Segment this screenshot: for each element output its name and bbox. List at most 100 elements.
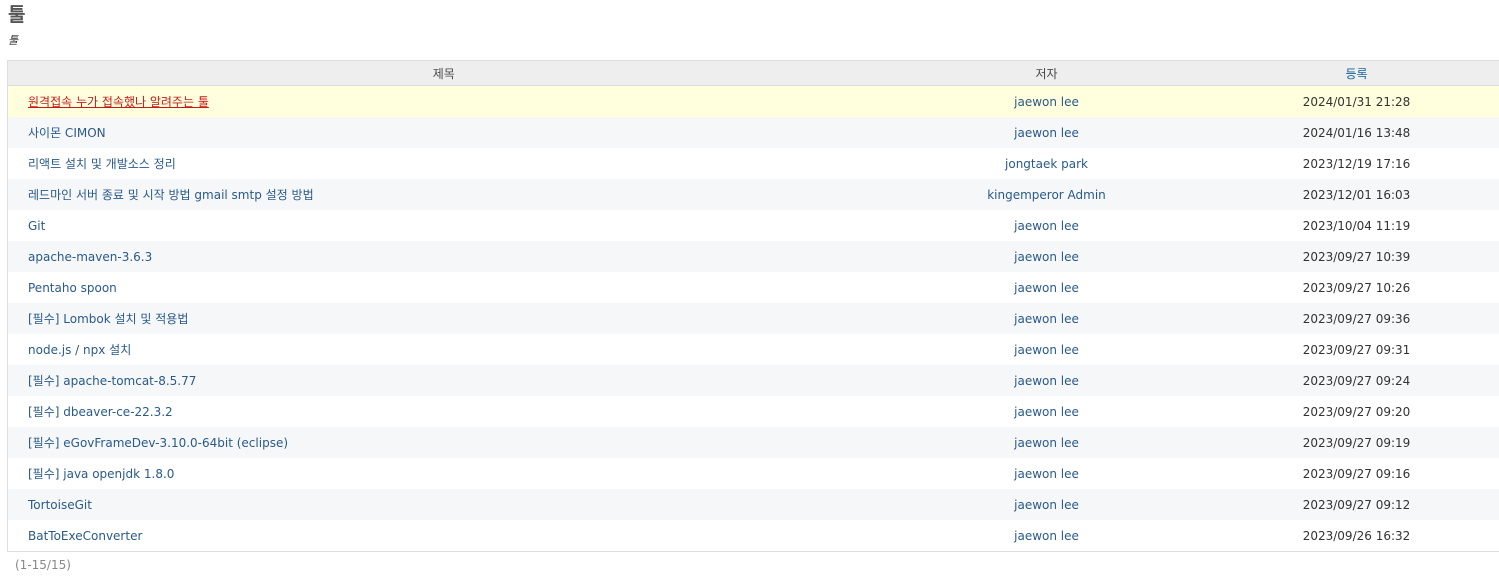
author-cell: jaewon lee (879, 117, 1214, 148)
date-cell: 2024/01/16 13:48 (1213, 117, 1499, 148)
author-cell: jongtaek park (879, 148, 1214, 179)
document-title-link[interactable]: Pentaho spoon (28, 281, 117, 295)
date-cell: 2023/09/27 10:26 (1213, 272, 1499, 303)
date-cell: 2023/12/19 17:16 (1213, 148, 1499, 179)
column-header-author[interactable]: 저자 (879, 60, 1214, 86)
author-cell: jaewon lee (879, 241, 1214, 272)
table-row[interactable]: 리액트 설치 및 개발소스 정리 jongtaek park 2023/12/19 … (7, 148, 1499, 179)
table-row[interactable]: Pentaho spoon jaewon lee 2023/09/27 10:26 (7, 272, 1499, 303)
author-cell: jaewon lee (879, 396, 1214, 427)
title-cell: [필수] Lombok 설치 및 적용법 (7, 303, 880, 334)
table-body: 원격접속 누가 접속했나 알려주는 툴 jaewon lee 2024/01/31 … (7, 85, 1499, 552)
title-cell: node.js / npx 설치 (7, 334, 880, 365)
table-row[interactable]: 레드마인 서버 종료 및 시작 방법 gmail smtp 설정 방법 kinge… (7, 179, 1499, 210)
table-row[interactable]: 원격접속 누가 접속했나 알려주는 툴 jaewon lee 2024/01/31 … (7, 85, 1499, 117)
table-header-row: 제목 저자 등록 (7, 60, 1499, 86)
author-cell: jaewon lee (879, 458, 1214, 489)
title-cell: 리액트 설치 및 개발소스 정리 (7, 148, 880, 179)
table-row[interactable]: [필수] apache-tomcat-8.5.77 jaewon lee 2023/… (7, 365, 1499, 396)
title-cell: 사이몬 CIMON (7, 117, 880, 148)
table-row[interactable]: node.js / npx 설치 jaewon lee 2023/09/27 09:… (7, 334, 1499, 365)
date-cell: 2023/09/26 16:32 (1213, 520, 1499, 552)
author-cell: jaewon lee (879, 85, 1214, 117)
author-link[interactable]: jaewon lee (1014, 343, 1079, 357)
table-row[interactable]: apache-maven-3.6.3 jaewon lee 2023/09/27 1… (7, 241, 1499, 272)
date-cell: 2023/09/27 09:24 (1213, 365, 1499, 396)
title-cell: apache-maven-3.6.3 (7, 241, 880, 272)
pagination-summary: (1-15/15) (15, 558, 71, 572)
title-cell: [필수] apache-tomcat-8.5.77 (7, 365, 880, 396)
column-header-title[interactable]: 제목 (7, 60, 880, 86)
author-cell: jaewon lee (879, 427, 1214, 458)
document-title-link[interactable]: apache-maven-3.6.3 (28, 250, 152, 264)
date-cell: 2023/09/27 09:36 (1213, 303, 1499, 334)
table-row[interactable]: Git jaewon lee 2023/10/04 11:19 (7, 210, 1499, 241)
table-row[interactable]: TortoiseGit jaewon lee 2023/09/27 09:12 (7, 489, 1499, 520)
author-cell: jaewon lee (879, 334, 1214, 365)
title-cell: 레드마인 서버 종료 및 시작 방법 gmail smtp 설정 방법 (7, 179, 880, 210)
author-link[interactable]: jaewon lee (1014, 436, 1079, 450)
author-link[interactable]: jaewon lee (1014, 95, 1079, 109)
document-title-link[interactable]: [필수] apache-tomcat-8.5.77 (28, 374, 196, 388)
page-description: 툴 (8, 34, 19, 47)
author-cell: jaewon lee (879, 303, 1214, 334)
date-cell: 2023/12/01 16:03 (1213, 179, 1499, 210)
author-link[interactable]: jaewon lee (1014, 219, 1079, 233)
title-cell: Git (7, 210, 880, 241)
author-link[interactable]: kingemperor Admin (987, 188, 1106, 202)
table-row[interactable]: [필수] eGovFrameDev-3.10.0-64bit (eclipse)… (7, 427, 1499, 458)
date-cell: 2023/09/27 09:19 (1213, 427, 1499, 458)
author-cell: jaewon lee (879, 520, 1214, 552)
author-cell: jaewon lee (879, 210, 1214, 241)
document-title-link[interactable]: Git (28, 219, 45, 233)
author-link[interactable]: jaewon lee (1014, 405, 1079, 419)
date-cell: 2023/09/27 09:20 (1213, 396, 1499, 427)
date-cell: 2023/09/27 10:39 (1213, 241, 1499, 272)
date-cell: 2023/09/27 09:16 (1213, 458, 1499, 489)
table-row[interactable]: [필수] dbeaver-ce-22.3.2 jaewon lee 2023/09/… (7, 396, 1499, 427)
author-link[interactable]: jaewon lee (1014, 467, 1079, 481)
table-row[interactable]: 사이몬 CIMON jaewon lee 2024/01/16 13:48 (7, 117, 1499, 148)
author-link[interactable]: jaewon lee (1014, 529, 1079, 543)
document-title-link[interactable]: [필수] java openjdk 1.8.0 (28, 467, 174, 481)
document-title-link[interactable]: node.js / npx 설치 (28, 343, 131, 357)
author-cell: kingemperor Admin (879, 179, 1214, 210)
author-cell: jaewon lee (879, 365, 1214, 396)
date-cell: 2023/09/27 09:12 (1213, 489, 1499, 520)
table-row[interactable]: BatToExeConverter jaewon lee 2023/09/26 16… (7, 520, 1499, 552)
document-title-link[interactable]: 사이몬 CIMON (28, 126, 106, 140)
document-title-link[interactable]: [필수] Lombok 설치 및 적용법 (28, 312, 188, 326)
date-cell: 2023/10/04 11:19 (1213, 210, 1499, 241)
table-row[interactable]: [필수] java openjdk 1.8.0 jaewon lee 2023/09… (7, 458, 1499, 489)
column-header-date[interactable]: 등록 (1213, 60, 1499, 86)
title-cell: TortoiseGit (7, 489, 880, 520)
document-title-link[interactable]: TortoiseGit (28, 498, 92, 512)
author-link[interactable]: jaewon lee (1014, 281, 1079, 295)
title-cell: [필수] java openjdk 1.8.0 (7, 458, 880, 489)
document-title-link[interactable]: 레드마인 서버 종료 및 시작 방법 gmail smtp 설정 방법 (28, 188, 314, 202)
date-cell: 2023/09/27 09:31 (1213, 334, 1499, 365)
author-cell: jaewon lee (879, 272, 1214, 303)
date-cell: 2024/01/31 21:28 (1213, 85, 1499, 117)
title-cell: Pentaho spoon (7, 272, 880, 303)
wiki-page: 툴 툴 제목 저자 등록 원격접속 누가 접속했나 알려주는 툴 jaewon l… (0, 0, 1499, 579)
document-title-link[interactable]: BatToExeConverter (28, 529, 142, 543)
author-link[interactable]: jaewon lee (1014, 250, 1079, 264)
document-title-link[interactable]: [필수] dbeaver-ce-22.3.2 (28, 405, 173, 419)
table-row[interactable]: [필수] Lombok 설치 및 적용법 jaewon lee 2023/09/27… (7, 303, 1499, 334)
author-link[interactable]: jaewon lee (1014, 312, 1079, 326)
author-link[interactable]: jaewon lee (1014, 126, 1079, 140)
document-title-link[interactable]: 원격접속 누가 접속했나 알려주는 툴 (28, 95, 209, 109)
page-title: 툴 (8, 4, 26, 26)
author-link[interactable]: jongtaek park (1005, 157, 1088, 171)
title-cell: 원격접속 누가 접속했나 알려주는 툴 (7, 85, 880, 117)
author-cell: jaewon lee (879, 489, 1214, 520)
document-title-link[interactable]: [필수] eGovFrameDev-3.10.0-64bit (eclipse) (28, 436, 288, 450)
document-title-link[interactable]: 리액트 설치 및 개발소스 정리 (28, 157, 176, 171)
title-cell: [필수] dbeaver-ce-22.3.2 (7, 396, 880, 427)
author-link[interactable]: jaewon lee (1014, 374, 1079, 388)
documents-table: 제목 저자 등록 원격접속 누가 접속했나 알려주는 툴 jaewon lee 20… (7, 60, 1499, 552)
title-cell: [필수] eGovFrameDev-3.10.0-64bit (eclipse) (7, 427, 880, 458)
author-link[interactable]: jaewon lee (1014, 498, 1079, 512)
title-cell: BatToExeConverter (7, 520, 880, 552)
